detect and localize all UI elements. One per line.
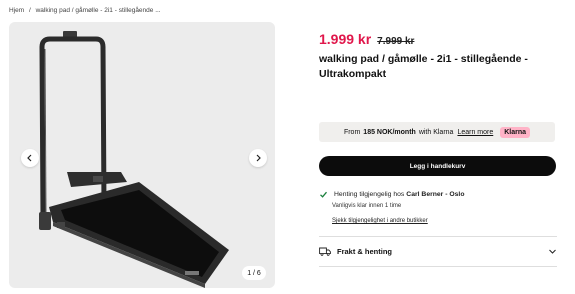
breadcrumb-separator: /	[28, 7, 31, 14]
chevron-right-icon	[256, 154, 261, 162]
chevron-left-icon	[27, 154, 32, 162]
chevron-down-icon	[548, 247, 557, 256]
gallery-prev-button[interactable]	[21, 149, 39, 167]
klarna-amount: 185 NOK/month	[363, 128, 416, 136]
product-image	[39, 31, 229, 288]
original-price: 7.999 kr	[377, 36, 415, 47]
divider	[319, 236, 557, 237]
product-gallery: 1 / 6	[9, 22, 275, 288]
breadcrumb-home[interactable]: Hjem	[9, 7, 24, 14]
breadcrumb-current: walking pad / gåmølle - 2i1 - stillegåen…	[35, 7, 161, 14]
check-other-stores-link[interactable]: Sjekk tilgjengelighet i andre butikker	[332, 218, 428, 224]
klarna-learn-more-link[interactable]: Learn more	[457, 129, 493, 136]
klarna-suffix: with Klarna	[418, 128, 454, 136]
pickup-text: Henting tilgjengelig hos	[334, 191, 405, 198]
product-title: walking pad / gåmølle - 2i1 - stillegåen…	[319, 53, 528, 80]
shipping-label: Frakt & henting	[337, 246, 393, 256]
pickup-store: Carl Berner - Oslo	[406, 191, 465, 198]
pickup-ready-time: Vanligvis klar innen 1 time	[332, 203, 402, 209]
klarna-banner: From 185 NOK/month with Klarna Learn mor…	[319, 122, 555, 142]
price-row: 1.999 kr 7.999 kr	[319, 31, 414, 47]
pickup-info: Henting tilgjengelig hos Carl Berner - O…	[319, 190, 555, 227]
klarna-logo: Klarna	[500, 126, 531, 138]
breadcrumb: Hjem / walking pad / gåmølle - 2i1 - sti…	[9, 7, 164, 14]
check-icon	[319, 190, 328, 199]
shipping-accordion[interactable]: Frakt & henting	[319, 240, 557, 262]
add-to-cart-button[interactable]: Legg i handlekurv	[319, 156, 556, 176]
image-counter: 1 / 6	[242, 266, 266, 280]
sale-price: 1.999 kr	[319, 31, 372, 47]
truck-icon	[319, 247, 331, 256]
gallery-next-button[interactable]	[249, 149, 267, 167]
divider	[319, 266, 557, 267]
klarna-prefix: From	[343, 128, 361, 136]
